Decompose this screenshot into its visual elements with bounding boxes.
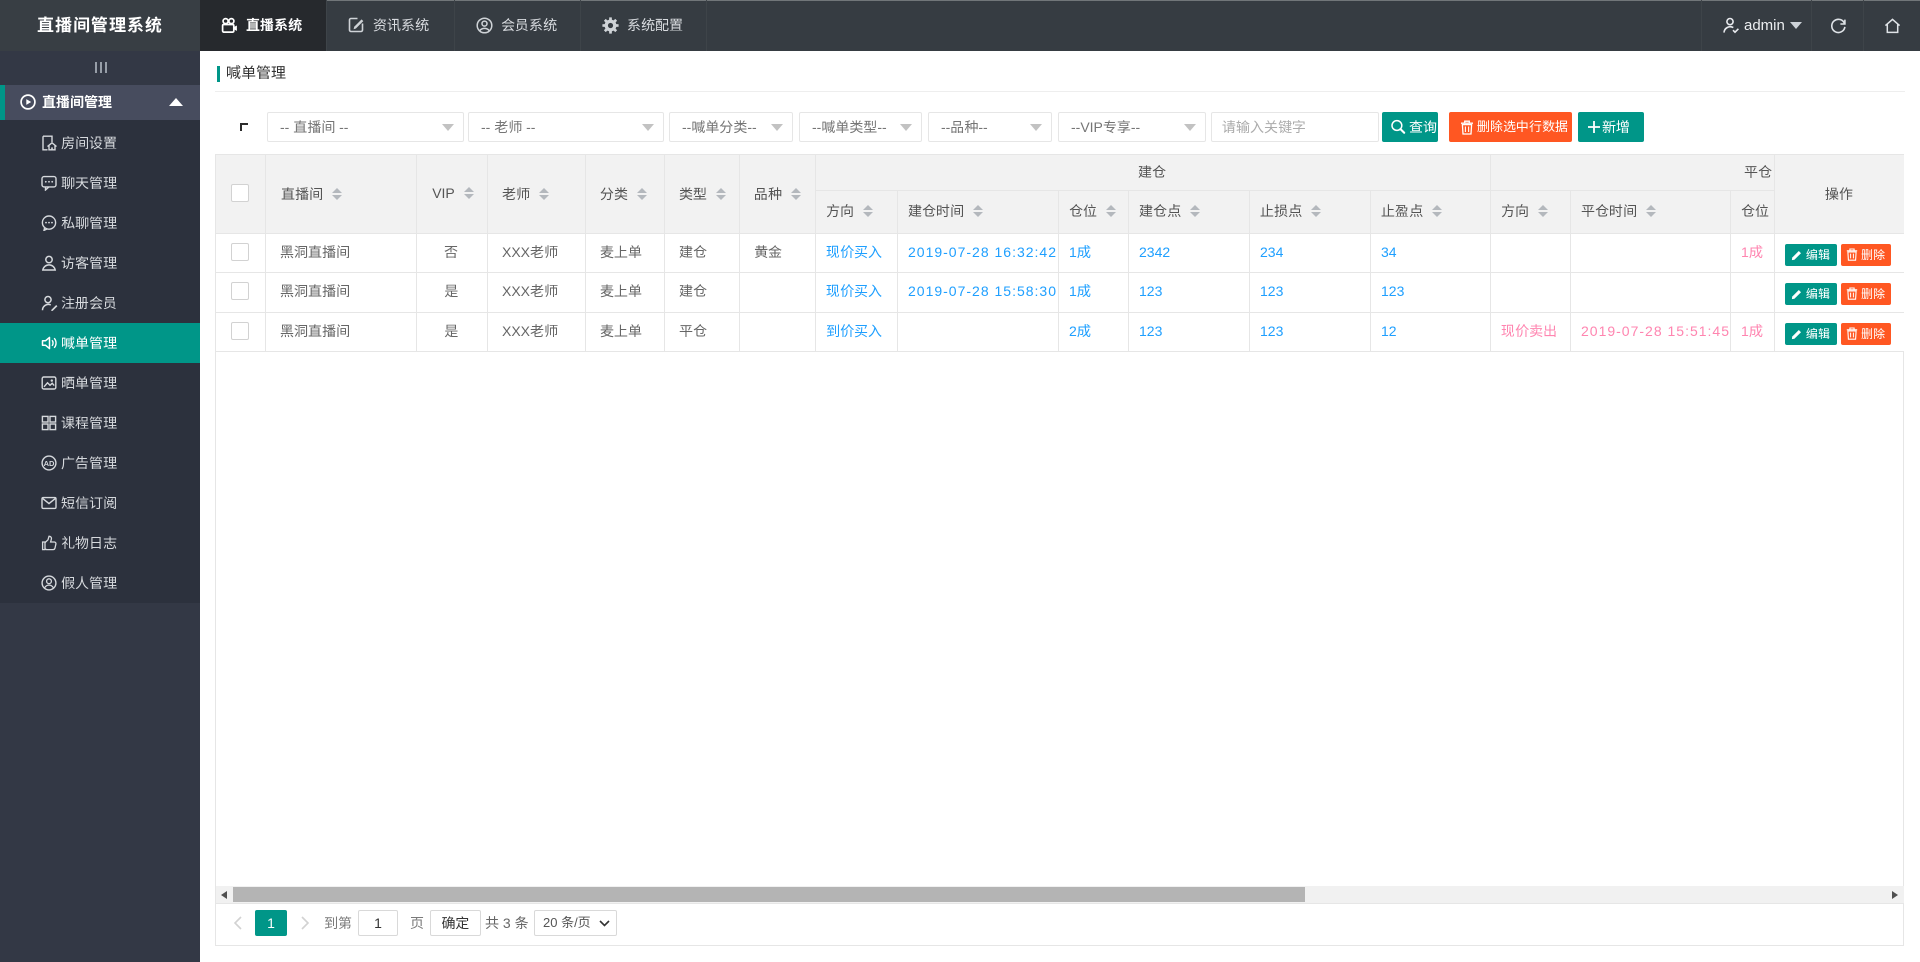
svg-text:AD: AD (44, 459, 55, 468)
